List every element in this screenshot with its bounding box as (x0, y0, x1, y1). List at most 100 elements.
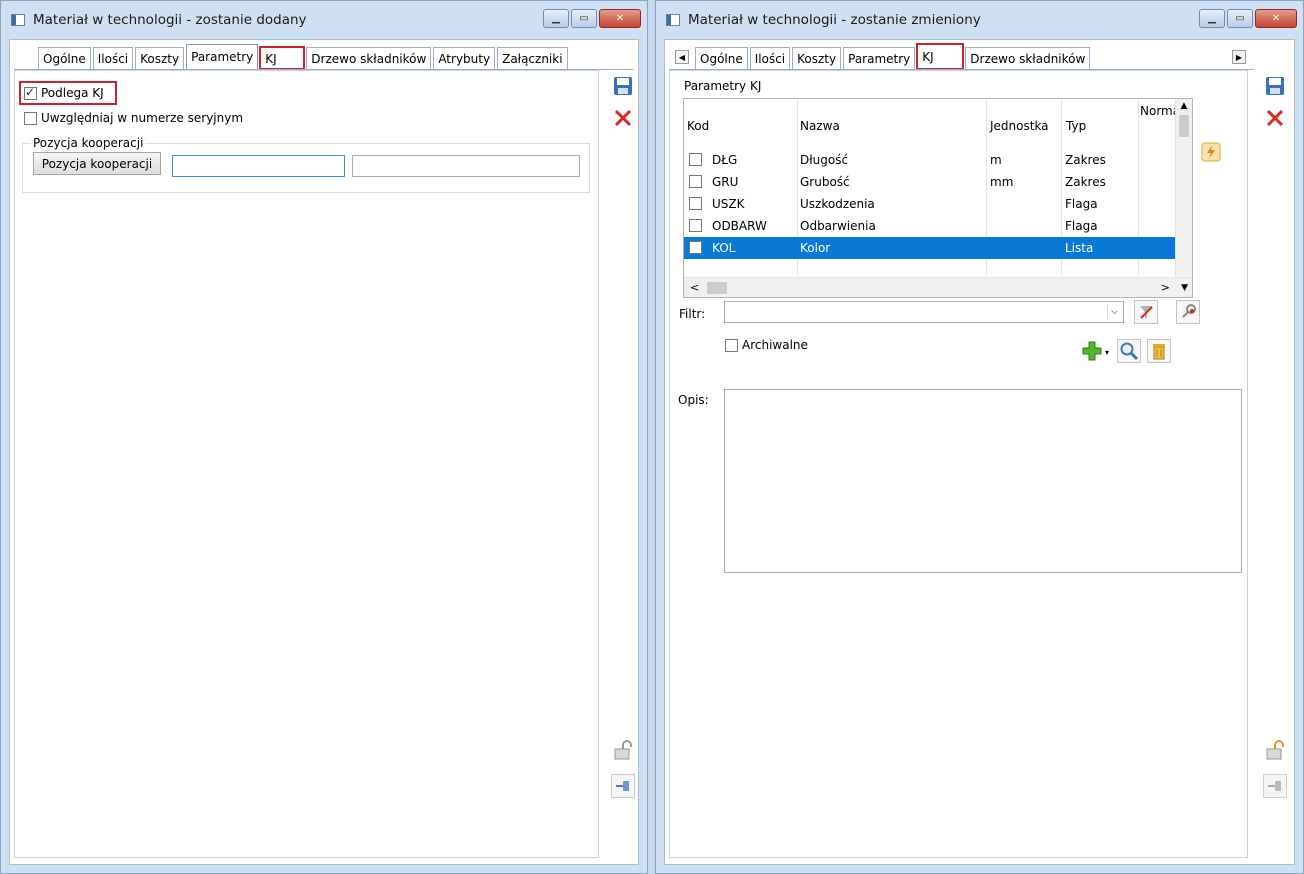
tab-zalaczniki[interactable]: Załączniki (497, 47, 568, 69)
kj-panel: Parametry KJ Kod Nazwa Jednostka Typ Nor… (669, 70, 1248, 858)
cell-nazwa: Odbarwienia (800, 219, 876, 233)
pin-icon[interactable] (1263, 774, 1287, 798)
description-textarea[interactable] (724, 389, 1242, 573)
close-icon[interactable]: ✕ (1255, 9, 1297, 28)
tab-koszty[interactable]: Koszty (792, 47, 842, 69)
add-icon[interactable] (1080, 339, 1104, 363)
podlega-kj-label: Podlega KJ (41, 86, 104, 100)
scroll-thumb[interactable] (1179, 115, 1189, 137)
filter-dropdown-icon[interactable]: ⌵ (1107, 304, 1121, 320)
archival-check[interactable] (725, 338, 738, 352)
grid-horizontal-scrollbar[interactable]: < > ▼ (684, 277, 1192, 297)
save-icon[interactable] (1263, 74, 1287, 98)
serial-number-check[interactable] (24, 111, 37, 125)
row-checkbox[interactable] (689, 219, 702, 232)
podlega-kj-check[interactable] (24, 85, 37, 100)
tab-ilosci[interactable]: Ilości (92, 47, 134, 69)
tabs-scroll-left-icon[interactable]: ◀ (675, 50, 689, 64)
tab-koszty[interactable]: Koszty (135, 47, 185, 69)
table-row[interactable]: ODBARW Odbarwienia Flaga (684, 215, 1177, 237)
parametry-kj-grid[interactable]: Kod Nazwa Jednostka Typ Norma DŁG Długość… (683, 98, 1193, 298)
tab-kj[interactable]: KJ (259, 46, 306, 70)
table-row[interactable]: DŁG Długość m Zakres (684, 149, 1177, 171)
filter-input[interactable] (724, 301, 1124, 323)
minimize-icon[interactable]: ▁ (1199, 9, 1225, 28)
filter-settings-icon[interactable] (1176, 300, 1200, 324)
tabs-scroll-right-icon[interactable]: ▶ (1232, 50, 1246, 64)
scroll-down-icon[interactable]: ▼ (1181, 283, 1188, 293)
generate-lightning-icon[interactable] (1199, 140, 1223, 164)
cell-nazwa: Uszkodzenia (800, 197, 875, 211)
title-bar[interactable]: Materiał w technologii - zostanie zmieni… (656, 1, 1303, 39)
window-icon (666, 14, 680, 26)
maximize-icon[interactable]: ▭ (571, 9, 597, 28)
cooperation-group: Pozycja kooperacji Pozycja kooperacji (22, 136, 590, 193)
column-header-kod[interactable]: Kod (687, 119, 709, 133)
window-title: Materiał w technologii - zostanie dodany (33, 12, 307, 28)
column-header-typ[interactable]: Typ (1066, 119, 1086, 133)
lock-icon[interactable] (1263, 738, 1287, 762)
cell-kod: GRU (712, 175, 739, 189)
cell-kod: KOL (712, 241, 736, 255)
minimize-icon[interactable]: ▁ (543, 9, 569, 28)
scroll-left-icon[interactable]: < (690, 281, 699, 294)
cell-typ: Lista (1065, 241, 1094, 255)
row-checkbox[interactable] (689, 241, 702, 254)
tab-ogolne[interactable]: Ogólne (695, 47, 748, 69)
column-header-jednostka[interactable]: Jednostka (990, 119, 1049, 133)
column-header-nazwa[interactable]: Nazwa (800, 119, 840, 133)
filter-label: Filtr: (679, 307, 706, 321)
tab-drzewo-skladnikow[interactable]: Drzewo składników (306, 47, 432, 69)
add-dropdown-icon[interactable]: ▾ (1103, 343, 1111, 361)
lock-icon[interactable] (611, 738, 635, 762)
row-checkbox[interactable] (689, 175, 702, 188)
window-change-material: Materiał w technologii - zostanie zmieni… (655, 0, 1304, 874)
podlega-kj-checkbox[interactable]: Podlega KJ (19, 81, 117, 105)
table-row[interactable]: GRU Grubość mm Zakres (684, 171, 1177, 193)
cell-kod: ODBARW (712, 219, 767, 233)
cancel-icon[interactable] (611, 106, 635, 130)
title-bar[interactable]: Materiał w technologii - zostanie dodany… (1, 1, 647, 39)
delete-icon[interactable] (1147, 339, 1171, 363)
table-row[interactable]: KOL Kolor Lista (684, 237, 1177, 259)
tab-atrybuty[interactable]: Atrybuty (433, 47, 496, 69)
cancel-icon[interactable] (1263, 106, 1287, 130)
save-icon[interactable] (611, 74, 635, 98)
h-scroll-thumb[interactable] (707, 281, 728, 294)
archival-checkbox[interactable]: Archiwalne (725, 338, 808, 352)
tab-kj[interactable]: KJ (916, 43, 965, 70)
tab-parametry[interactable]: Parametry (843, 47, 916, 69)
cooperation-button[interactable]: Pozycja kooperacji (33, 152, 161, 175)
table-row[interactable]: USZK Uszkodzenia Flaga (684, 193, 1177, 215)
cell-jednostka: mm (990, 175, 1014, 189)
cooperation-name-input[interactable] (352, 155, 580, 177)
clear-filter-icon[interactable] (1134, 300, 1158, 324)
cell-jednostka: m (990, 153, 1002, 167)
scroll-right-icon[interactable]: > (1161, 281, 1170, 294)
maximize-icon[interactable]: ▭ (1227, 9, 1253, 28)
search-icon[interactable] (1117, 339, 1141, 363)
cooperation-code-input[interactable] (172, 155, 345, 177)
cell-typ: Zakres (1065, 175, 1106, 189)
pin-icon[interactable] (611, 774, 635, 798)
cell-typ: Zakres (1065, 153, 1106, 167)
description-label: Opis: (678, 393, 709, 407)
row-checkbox[interactable] (689, 197, 702, 210)
tab-parametry[interactable]: Parametry (186, 44, 259, 69)
parametry-panel: Podlega KJ Uwzględniaj w numerze seryjny… (14, 70, 599, 858)
scroll-up-icon[interactable]: ▲ (1176, 101, 1192, 111)
serial-number-checkbox[interactable]: Uwzględniaj w numerze seryjnym (24, 111, 243, 125)
window-client: ◀ Ogólne Ilości Koszty Parametry KJ Drze… (664, 39, 1295, 865)
grid-vertical-scrollbar[interactable]: ▲ (1175, 99, 1192, 277)
tab-strip: Ogólne Ilości Koszty Parametry KJ Drzewo… (695, 43, 1091, 70)
close-icon[interactable]: ✕ (599, 9, 641, 28)
cooperation-group-title: Pozycja kooperacji (31, 136, 146, 150)
tab-ogolne[interactable]: Ogólne (38, 47, 91, 69)
window-title: Materiał w technologii - zostanie zmieni… (688, 12, 981, 28)
cell-kod: USZK (712, 197, 745, 211)
row-checkbox[interactable] (689, 153, 702, 166)
grid-header: Kod Nazwa Jednostka Typ Norma (684, 99, 1192, 151)
archival-label: Archiwalne (742, 338, 808, 352)
tab-drzewo-skladnikow[interactable]: Drzewo składników (965, 47, 1091, 69)
tab-ilosci[interactable]: Ilości (749, 47, 791, 69)
